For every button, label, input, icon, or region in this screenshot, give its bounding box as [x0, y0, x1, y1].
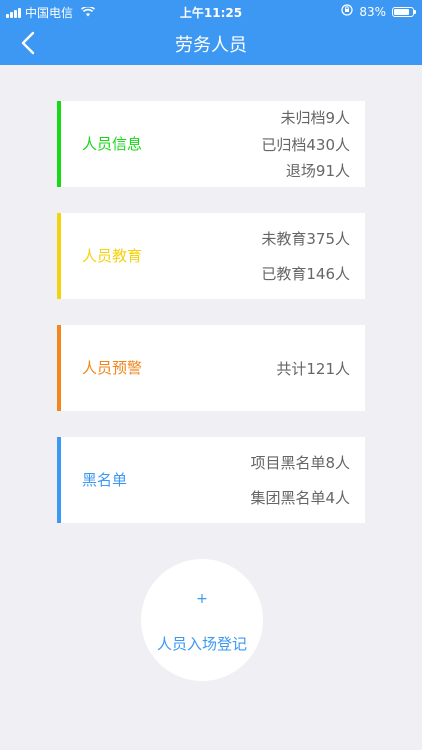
- card-title: 人员教育: [82, 247, 143, 265]
- card-title: 人员信息: [82, 135, 143, 153]
- stat-total: 共计121人: [276, 359, 350, 378]
- card-accent-bar: [57, 213, 61, 299]
- stat-group-blacklist: 集团黑名单4人: [250, 489, 350, 508]
- status-bar: 中国电信 上午11:25 83%: [0, 0, 422, 22]
- stat-archived: 已归档430人: [261, 135, 350, 154]
- stat-uneducated: 未教育375人: [261, 229, 350, 248]
- card-accent-bar: [57, 437, 61, 523]
- status-right: 83%: [341, 4, 416, 19]
- card-stats: 项目黑名单8人 集团黑名单4人: [250, 437, 350, 523]
- card-title: 黑名单: [82, 471, 128, 489]
- card-accent-bar: [57, 101, 61, 187]
- stat-exited: 退场91人: [285, 162, 350, 181]
- register-entry-label: 人员入场登记: [156, 635, 247, 653]
- rotation-lock-icon: [341, 4, 353, 19]
- card-stats: 共计121人: [276, 325, 350, 411]
- card-personnel-warning[interactable]: 人员预警 共计121人: [57, 325, 365, 411]
- card-personnel-education[interactable]: 人员教育 未教育375人 已教育146人: [57, 213, 365, 299]
- card-stats: 未教育375人 已教育146人: [261, 213, 350, 299]
- card-accent-bar: [57, 325, 61, 411]
- card-title: 人员预警: [82, 359, 143, 377]
- battery-icon: [392, 6, 416, 17]
- stat-educated: 已教育146人: [261, 265, 350, 284]
- page-title: 劳务人员: [175, 35, 247, 56]
- plus-icon: +: [196, 591, 208, 607]
- stat-project-blacklist: 项目黑名单8人: [250, 453, 350, 472]
- battery-fill: [394, 8, 409, 15]
- card-personnel-info[interactable]: 人员信息 未归档9人 已归档430人 退场91人: [57, 101, 365, 187]
- card-stats: 未归档9人 已归档430人 退场91人: [261, 101, 350, 187]
- card-blacklist[interactable]: 黑名单 项目黑名单8人 集团黑名单4人: [57, 437, 365, 523]
- battery-percent: 83%: [359, 4, 386, 19]
- register-entry-button[interactable]: + 人员入场登记: [141, 559, 263, 681]
- stat-unarchived: 未归档9人: [280, 108, 350, 127]
- header-bar: 中国电信 上午11:25 83% 劳务人员: [0, 0, 422, 65]
